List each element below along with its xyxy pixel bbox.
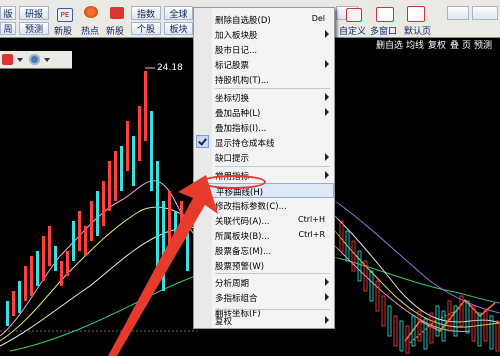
annotation-arrow — [108, 175, 218, 356]
red-arrow-icon — [108, 175, 218, 356]
